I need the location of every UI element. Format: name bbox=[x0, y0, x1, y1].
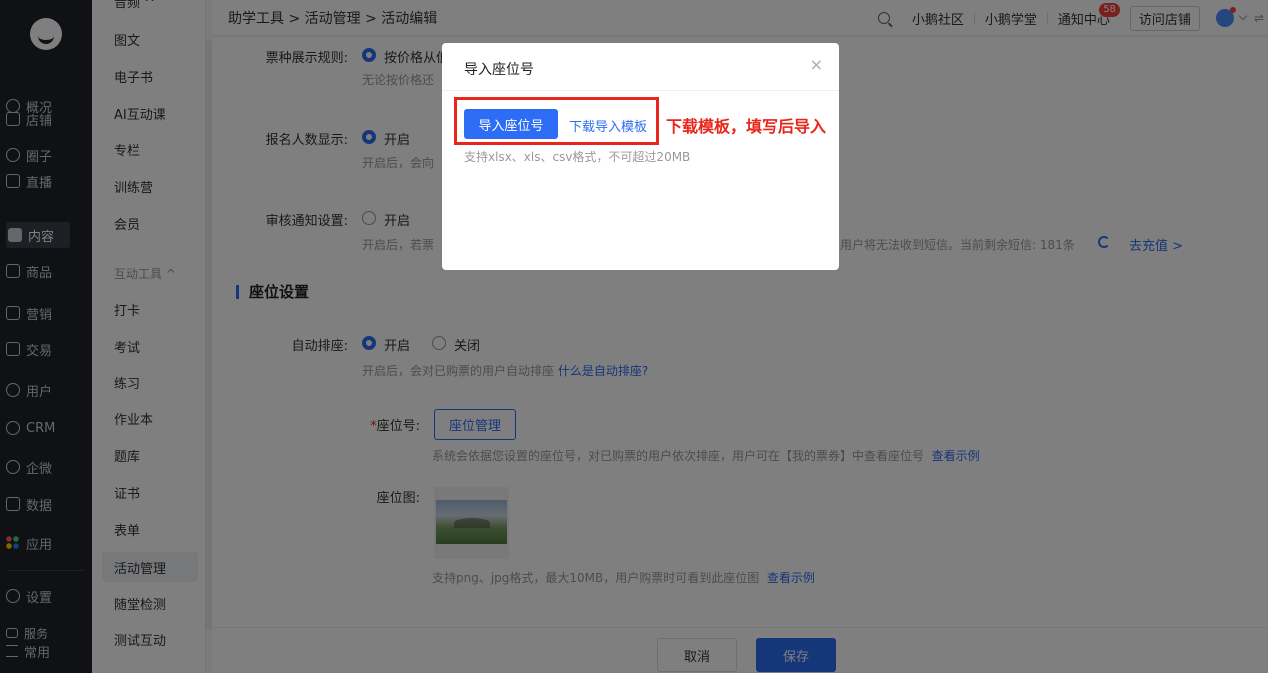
import-seat-button[interactable]: 导入座位号 bbox=[464, 109, 558, 139]
modal-title: 导入座位号 bbox=[464, 62, 534, 78]
file-format-hint: 支持xlsx、xls、csv格式，不可超过20MB bbox=[464, 150, 691, 164]
close-icon[interactable]: × bbox=[810, 55, 823, 74]
annotation-text: 下载模板，填写后导入 bbox=[666, 117, 827, 136]
modal-divider bbox=[442, 90, 839, 91]
import-seat-modal: 导入座位号 × 导入座位号 下载导入模板 支持xlsx、xls、csv格式，不可… bbox=[442, 43, 839, 270]
download-template-link[interactable]: 下载导入模板 bbox=[569, 116, 647, 135]
